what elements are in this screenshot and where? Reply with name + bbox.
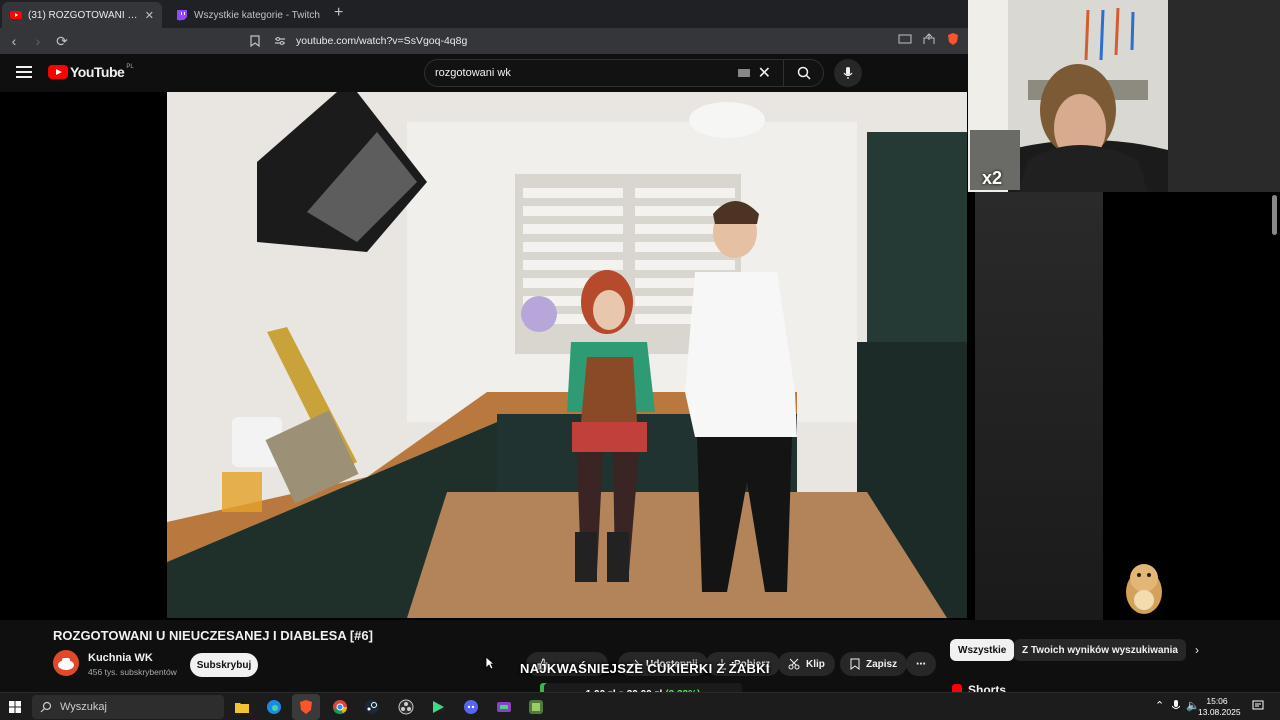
browser-tab-strip: (31) ROZGOTOWANI U NIEUCZESANEJ I DIABLE… — [0, 0, 968, 28]
search-icon — [797, 66, 811, 80]
region-code: PL — [126, 64, 134, 70]
hamster-sticker — [1126, 564, 1162, 614]
bookmark-icon[interactable] — [250, 35, 260, 47]
tab-youtube[interactable]: (31) ROZGOTOWANI U NIEUCZESANEJ I DIABLE… — [2, 2, 162, 28]
clock-date: 13.08.2025 — [1198, 707, 1241, 717]
search-input[interactable]: rozgotowani wk — [435, 67, 738, 79]
notifications-icon[interactable] — [1252, 699, 1264, 717]
search-icon — [40, 701, 52, 713]
youtube-play-icon — [48, 65, 68, 79]
site-info-icon[interactable] — [274, 36, 286, 46]
taskbar-search[interactable]: Wyszukaj — [32, 695, 224, 719]
toolbar-actions — [898, 32, 960, 46]
edge-icon[interactable] — [264, 697, 284, 717]
mic-tray-icon[interactable] — [1171, 699, 1181, 717]
search-box: rozgotowani wk ✕ — [424, 59, 824, 87]
obs-icon[interactable] — [396, 697, 416, 717]
cast-icon[interactable] — [898, 32, 912, 46]
clip-button[interactable]: Klip — [778, 652, 835, 676]
steam-icon[interactable] — [362, 697, 382, 717]
more-horizontal-icon: ⋯ — [916, 658, 926, 670]
address-bar[interactable]: youtube.com/watch?v=SsVgoq-4q8g — [240, 31, 940, 51]
subscribe-button[interactable]: Subskrybuj — [190, 653, 258, 677]
video-frame-kitchen — [167, 92, 967, 618]
webcam-multiplier-badge: x2 — [982, 168, 1003, 188]
file-explorer-icon[interactable] — [232, 697, 252, 717]
save-button[interactable]: Zapisz — [840, 652, 908, 676]
forward-icon[interactable]: › — [28, 31, 48, 51]
new-tab-button[interactable]: + — [334, 4, 343, 22]
app-icon-purple[interactable] — [494, 697, 514, 717]
tab-twitch[interactable]: Wszystkie kategorie - Twitch — [168, 2, 328, 28]
youtube-header: YouTube PL rozgotowani wk ✕ — [0, 54, 968, 92]
youtube-wordmark: YouTube — [70, 64, 125, 80]
url-text: youtube.com/watch?v=SsVgoq-4q8g — [296, 35, 468, 47]
tab-label: (31) ROZGOTOWANI U NIEUCZESANEJ I DIABLE… — [28, 9, 141, 21]
discord-icon[interactable] — [461, 697, 481, 717]
close-tab-icon[interactable]: ✕ — [145, 9, 154, 22]
tab-label: Wszystkie kategorie - Twitch — [194, 9, 320, 21]
scrollbar-thumb[interactable] — [1272, 195, 1277, 235]
clear-search-icon[interactable]: ✕ — [758, 63, 771, 83]
bookmark-save-icon — [850, 658, 860, 670]
taskbar-search-placeholder: Wyszukaj — [60, 701, 107, 713]
channel-name[interactable]: Kuchnia WK — [88, 652, 153, 664]
clip-label: Klip — [806, 658, 825, 670]
chip-from-search[interactable]: Z Twoich wyników wyszukiwania — [1014, 639, 1186, 661]
twitch-favicon — [177, 10, 187, 21]
webcam-overlay — [968, 0, 1280, 192]
keyboard-icon[interactable] — [737, 69, 750, 77]
channel-avatar[interactable] — [53, 650, 79, 676]
subscriber-count: 456 tys. subskrybentów — [88, 667, 177, 677]
media-player-icon[interactable] — [428, 697, 448, 717]
kitchen-scene — [167, 92, 967, 618]
search-button[interactable] — [783, 59, 823, 87]
brave-shield-icon[interactable] — [946, 32, 960, 46]
chevron-up-icon[interactable]: ⌃ — [1155, 699, 1164, 712]
clock-time: 15:06 — [1206, 696, 1228, 706]
channel-logo-icon — [58, 658, 74, 670]
more-actions-button[interactable]: ⋯ — [906, 652, 936, 676]
chevron-right-icon[interactable]: › — [1195, 643, 1199, 657]
video-title: ROZGOTOWANI U NIEUCZESANEJ I DIABLESA [#… — [53, 628, 373, 643]
windows-start-icon[interactable] — [9, 701, 21, 713]
microphone-icon — [843, 67, 853, 79]
browser-toolbar: ‹ › ⟳ youtube.com/watch?v=SsVgoq-4q8g — [0, 28, 968, 54]
video-player[interactable] — [0, 92, 968, 620]
windows-taskbar: Wyszukaj ⌃ 🔈 15:06 13.08.2025 — [0, 692, 1280, 720]
chip-all[interactable]: Wszystkie — [950, 639, 1015, 661]
youtube-logo[interactable]: YouTube PL — [48, 64, 134, 80]
chrome-icon[interactable] — [330, 697, 350, 717]
clock[interactable]: 15:06 13.08.2025 — [1198, 696, 1241, 718]
back-icon[interactable]: ‹ — [4, 31, 24, 51]
reload-icon[interactable]: ⟳ — [52, 31, 72, 51]
app-icon-green[interactable] — [526, 697, 546, 717]
webcam-feed — [968, 0, 1280, 192]
menu-icon[interactable] — [16, 66, 32, 78]
voice-search-button[interactable] — [834, 59, 862, 87]
youtube-favicon — [10, 11, 22, 19]
brave-icon[interactable] — [296, 697, 316, 717]
share-icon[interactable] — [922, 32, 936, 46]
save-label: Zapisz — [866, 658, 898, 670]
mouse-cursor-icon — [485, 656, 495, 670]
video-frame-edge — [975, 192, 1103, 620]
scissors-icon — [788, 658, 800, 670]
donation-goal-title: NAJKWAŚNIEJSZE CUKIERKI Z ŻABKI — [520, 661, 770, 676]
